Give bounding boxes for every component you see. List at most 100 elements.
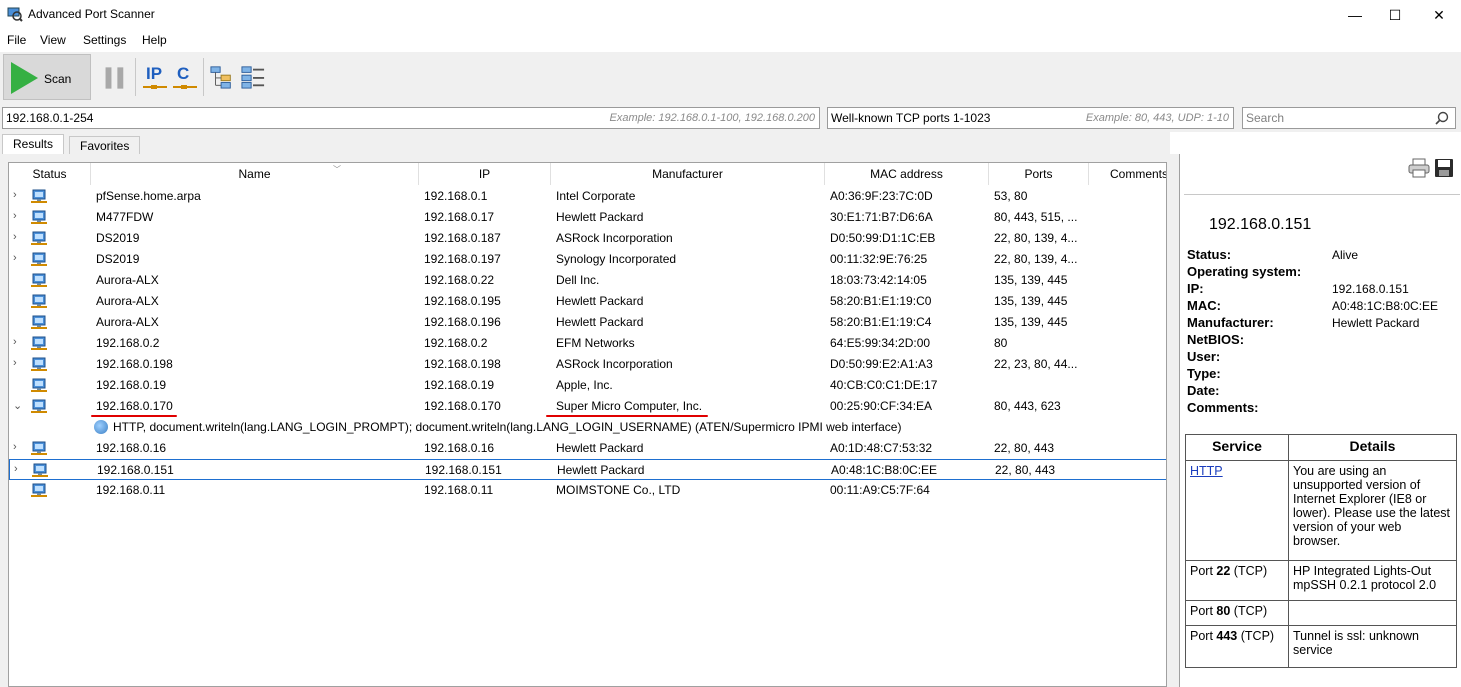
property-label: Manufacturer: xyxy=(1187,315,1274,330)
cell-ports: 22, 23, 80, 44... xyxy=(994,357,1078,371)
cell-name: M477FDW xyxy=(96,210,154,224)
cell-name: 192.168.0.11 xyxy=(96,483,166,497)
close-button[interactable]: ✕ xyxy=(1416,0,1461,30)
computer-icon xyxy=(31,441,47,456)
service-details: HP Integrated Lights-Out mpSSH 0.2.1 pro… xyxy=(1288,560,1457,601)
service-subrow[interactable]: HTTP, document.writeln(lang.LANG_LOGIN_P… xyxy=(9,417,1166,438)
chevron-down-icon[interactable]: ⌄ xyxy=(13,399,23,412)
play-icon xyxy=(11,62,38,94)
details-panel: 192.168.0.151 Status: Alive Operating syst… xyxy=(1179,154,1461,687)
chevron-right-icon[interactable]: › xyxy=(13,231,23,243)
input-bar: 192.168.0.1-254 Example: 192.168.0.1-100… xyxy=(0,102,1461,132)
column-comments[interactable]: Comments xyxy=(1089,163,1166,185)
table-row[interactable]: › pfSense.home.arpa 192.168.0.1 Intel Corpo… xyxy=(9,186,1166,207)
window-title: Advanced Port Scanner xyxy=(28,7,155,21)
table-row[interactable]: Aurora-ALX 192.168.0.195 Hewlett Packard 58… xyxy=(9,291,1166,312)
network-line-icon xyxy=(173,85,197,89)
cell-ports: 135, 139, 445 xyxy=(994,294,1068,308)
service-row: Port 80 (TCP) xyxy=(1185,600,1457,626)
cell-name: DS2019 xyxy=(96,252,140,266)
table-row[interactable]: › 192.168.0.16 192.168.0.16 Hewlett Packard… xyxy=(9,438,1166,459)
scan-label: Scan xyxy=(44,72,72,86)
menu-file[interactable]: File xyxy=(7,33,26,47)
panel-gutter-top xyxy=(8,154,1170,162)
cell-manufacturer: Hewlett Packard xyxy=(556,294,644,308)
computer-icon xyxy=(31,357,47,372)
tab-results[interactable]: Results xyxy=(2,134,65,155)
table-row[interactable]: ⌄ 192.168.0.170 192.168.0.170 Super Micro C… xyxy=(9,396,1166,417)
expand-all-icon[interactable] xyxy=(210,64,234,90)
cell-ports: 22, 80, 139, 4... xyxy=(994,231,1078,245)
toolbar-separator xyxy=(203,58,204,96)
table-row[interactable]: Aurora-ALX 192.168.0.196 Hewlett Packard 58… xyxy=(9,312,1166,333)
ports-input[interactable]: Well-known TCP ports 1-1023 Example: 80,… xyxy=(827,107,1234,129)
ip-range-input[interactable]: 192.168.0.1-254 Example: 192.168.0.1-100… xyxy=(2,107,820,129)
table-row[interactable]: › M477FDW 192.168.0.17 Hewlett Packard 30:E1… xyxy=(9,207,1166,228)
maximize-button[interactable]: ☐ xyxy=(1372,0,1418,30)
host-ip-heading: 192.168.0.151 xyxy=(1209,216,1312,233)
menu-help[interactable]: Help xyxy=(142,33,167,47)
column-ports[interactable]: Ports xyxy=(989,163,1089,185)
column-manufacturer[interactable]: Manufacturer xyxy=(551,163,825,185)
subnet-c-button[interactable]: C xyxy=(173,64,197,90)
table-row[interactable]: Aurora-ALX 192.168.0.22 Dell Inc. 18:03:73:… xyxy=(9,270,1166,291)
tab-favorites[interactable]: Favorites xyxy=(69,136,141,154)
cell-ports: 22, 80, 443 xyxy=(995,463,1056,477)
table-row[interactable]: 192.168.0.19 192.168.0.19 Apple, Inc. 40:CB… xyxy=(9,375,1166,396)
service-port: 443 xyxy=(1216,629,1238,643)
cell-name: Aurora-ALX xyxy=(96,315,159,329)
table-row[interactable]: › DS2019 192.168.0.187 ASRock Incorporation… xyxy=(9,228,1166,249)
save-icon[interactable] xyxy=(1434,158,1454,178)
column-name[interactable]: ﹀ Name xyxy=(91,163,419,185)
property-label: NetBIOS: xyxy=(1187,332,1245,347)
search-icon[interactable] xyxy=(1435,111,1449,125)
service-port: 22 xyxy=(1216,564,1231,578)
service-link[interactable]: HTTP xyxy=(1190,464,1223,478)
chevron-right-icon[interactable]: › xyxy=(13,252,23,264)
cell-manufacturer: Dell Inc. xyxy=(556,273,600,287)
cell-manufacturer: Hewlett Packard xyxy=(556,210,644,224)
pause-icon[interactable] xyxy=(103,65,127,91)
property-label: Date: xyxy=(1187,383,1220,398)
search-input[interactable]: Search xyxy=(1242,107,1456,129)
cell-ports: 135, 139, 445 xyxy=(994,273,1068,287)
computer-icon xyxy=(31,231,47,246)
service-prefix: Port xyxy=(1190,604,1217,618)
chevron-right-icon[interactable]: › xyxy=(13,357,23,369)
column-status[interactable]: Status xyxy=(9,163,91,185)
table-row[interactable]: › DS2019 192.168.0.197 Synology Incorporate… xyxy=(9,249,1166,270)
chevron-right-icon[interactable]: › xyxy=(13,210,23,222)
collapse-all-icon[interactable] xyxy=(241,64,265,90)
column-ip[interactable]: IP xyxy=(419,163,551,185)
property-label: Status: xyxy=(1187,247,1232,262)
column-mac-address[interactable]: MAC address xyxy=(825,163,989,185)
ports-hint: Example: 80, 443, UDP: 1-10 xyxy=(1085,112,1229,124)
ip-button[interactable]: IP xyxy=(143,64,167,90)
computer-icon xyxy=(31,336,47,351)
computer-icon xyxy=(31,399,47,414)
menu-view[interactable]: View xyxy=(40,33,66,47)
scan-button[interactable]: Scan xyxy=(3,54,91,100)
cell-mac: 00:25:90:CF:34:EA xyxy=(830,399,933,413)
property-label: IP: xyxy=(1187,281,1204,296)
table-row[interactable]: › 192.168.0.2 192.168.0.2 EFM Networks 64:E5… xyxy=(9,333,1166,354)
chevron-right-icon[interactable]: › xyxy=(13,189,23,201)
service-description: HTTP, document.writeln(lang.LANG_LOGIN_P… xyxy=(113,420,902,434)
chevron-right-icon[interactable]: › xyxy=(13,441,23,453)
computer-icon xyxy=(31,294,47,309)
service-protocol: (TCP) xyxy=(1230,604,1268,618)
cell-mac: 18:03:73:42:14:05 xyxy=(830,273,927,287)
table-row[interactable]: › 192.168.0.198 192.168.0.198 ASRock Incorp… xyxy=(9,354,1166,375)
menu-settings[interactable]: Settings xyxy=(83,33,126,47)
chevron-right-icon[interactable]: › xyxy=(14,463,24,475)
computer-icon xyxy=(32,463,48,478)
cell-manufacturer: Synology Incorporated xyxy=(556,252,677,266)
printer-icon[interactable] xyxy=(1408,158,1430,178)
service-prefix: Port xyxy=(1190,564,1217,578)
table-row[interactable]: › 192.168.0.151 192.168.0.151 Hewlett Packa… xyxy=(9,459,1166,480)
chevron-right-icon[interactable]: › xyxy=(13,336,23,348)
cell-ports: 80 xyxy=(994,336,1008,350)
computer-icon xyxy=(31,315,47,330)
table-row[interactable]: 192.168.0.11 192.168.0.11 MOIMSTONE Co., L… xyxy=(9,480,1166,501)
service-details xyxy=(1288,600,1457,626)
